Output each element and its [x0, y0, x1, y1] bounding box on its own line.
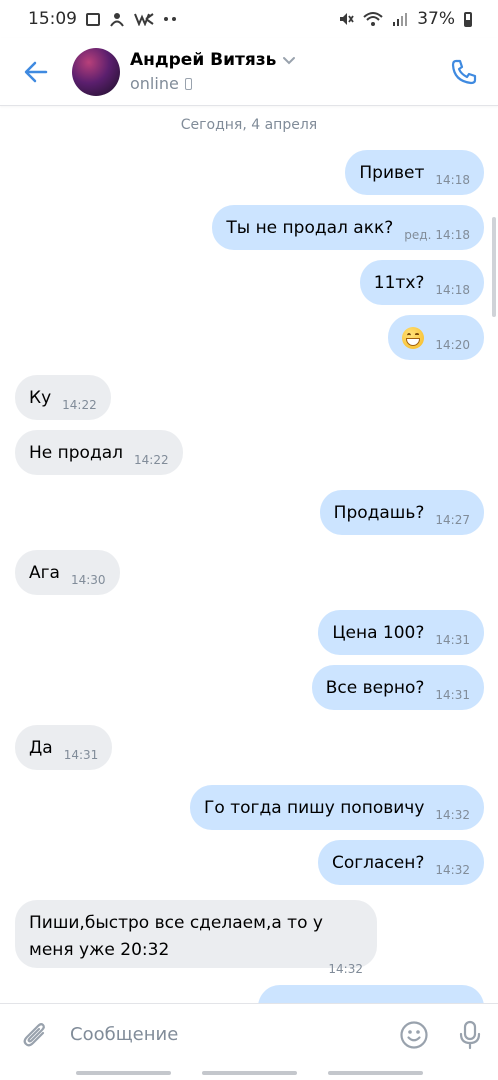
message-time: 14:32 [435, 807, 470, 822]
signal-icon [392, 11, 408, 27]
message-time: 14:31 [435, 632, 470, 647]
call-button[interactable] [446, 54, 482, 90]
arrow-left-icon [24, 61, 48, 82]
message-text: 11тх? [373, 272, 425, 293]
status-left: 15:09 [28, 9, 177, 29]
message-outgoing[interactable]: 11тх? 14:18 [359, 260, 484, 305]
chat-header: Андрей Витязь online [0, 38, 498, 106]
message-text: Не продал [29, 442, 123, 463]
grinning-face-icon [402, 326, 425, 349]
message-text: Го тогда пишу поповичу [204, 797, 425, 818]
message-outgoing[interactable]: Продашь? 14:27 [319, 490, 484, 535]
vk-logo-icon [134, 12, 154, 26]
message-outgoing-partial[interactable] [258, 985, 484, 1003]
date-separator: Сегодня, 4 апреля [180, 117, 318, 133]
mute-icon [338, 11, 354, 27]
message-time: 14:31 [435, 687, 470, 702]
message-outgoing[interactable]: Привет 14:18 [345, 150, 484, 195]
message-time: 14:27 [435, 512, 470, 527]
message-composer [0, 1003, 498, 1065]
wifi-icon [363, 11, 383, 27]
message-outgoing[interactable]: Согласен? 14:32 [317, 840, 484, 885]
status-time: 15:09 [28, 9, 77, 29]
voice-message-button[interactable] [442, 1004, 498, 1066]
message-outgoing[interactable]: Все верно? 14:31 [311, 665, 484, 710]
nav-back[interactable] [327, 1070, 423, 1075]
mobile-device-icon [184, 77, 192, 90]
message-text: Ты не продал акк? [226, 217, 394, 238]
message-time: 14:31 [63, 747, 99, 762]
message-text: Согласен? [331, 852, 425, 873]
battery-percent: 37% [417, 9, 455, 29]
emoji-button[interactable] [386, 1004, 442, 1066]
vk-app-icon [109, 11, 125, 27]
message-outgoing[interactable]: Го тогда пишу поповичу 14:32 [190, 785, 484, 830]
message-time: 14:32 [435, 862, 470, 877]
attach-button[interactable] [0, 1004, 70, 1066]
peer-name: Андрей Витязь [130, 50, 277, 70]
message-outgoing[interactable]: 14:20 [388, 315, 484, 360]
edited-label: ред. [404, 227, 432, 242]
message-time: 14:18 [435, 282, 470, 297]
message-time: 14:22 [134, 452, 169, 467]
smile-icon [400, 1020, 428, 1049]
message-incoming[interactable]: Не продал 14:22 [15, 430, 183, 475]
message-outgoing[interactable]: Цена 100? 14:31 [318, 610, 484, 655]
back-button[interactable] [0, 38, 72, 106]
message-incoming[interactable]: Да 14:31 [15, 725, 113, 770]
system-nav-bar [0, 1065, 498, 1080]
message-time: 14:20 [435, 337, 470, 352]
message-time: 14:18 [435, 172, 470, 187]
message-time: 14:32 [328, 962, 363, 976]
message-time: 14:18 [435, 227, 470, 242]
avatar[interactable] [72, 47, 120, 96]
nav-recents[interactable] [75, 1070, 171, 1075]
message-incoming[interactable]: Ку 14:22 [15, 375, 111, 420]
paperclip-icon [23, 1022, 45, 1046]
status-right: 37% [338, 9, 472, 29]
message-outgoing[interactable]: Ты не продал акк? ред. 14:18 [212, 205, 484, 250]
message-text: Все верно? [325, 677, 425, 698]
peer-name-row: Андрей Витязь [130, 50, 296, 70]
peer-info[interactable]: Андрей Витязь online [130, 50, 296, 93]
message-input[interactable] [70, 1014, 386, 1055]
message-time: 14:22 [62, 397, 97, 412]
image-icon [86, 12, 100, 26]
message-text: Ку [29, 387, 52, 408]
nav-home[interactable] [201, 1070, 297, 1075]
peer-status-row: online [130, 74, 296, 93]
message-text: Да [29, 737, 53, 758]
message-text: Продашь? [333, 502, 425, 523]
message-incoming[interactable]: Ага 14:30 [15, 550, 120, 595]
message-text: Ага [29, 562, 60, 583]
message-text: Пиши,быстро все сделаем,а то у меня уже … [29, 913, 323, 960]
message-incoming[interactable]: Пиши,быстро все сделаем,а то у меня уже … [15, 900, 377, 976]
message-text: Цена 100? [332, 622, 425, 643]
message-time: 14:30 [70, 572, 106, 587]
more-dots-icon [163, 16, 177, 22]
message-text: Привет [359, 162, 425, 183]
battery-icon [464, 11, 472, 27]
scrollbar[interactable] [492, 217, 496, 317]
status-bar: 15:09 37% [0, 0, 498, 38]
phone-icon [451, 59, 477, 85]
chevron-down-icon [283, 56, 296, 64]
microphone-icon [459, 1020, 481, 1049]
chat-history[interactable]: Сегодня, 4 апреля Привет 14:18 Ты не про… [0, 107, 498, 1003]
peer-status: online [130, 74, 179, 93]
